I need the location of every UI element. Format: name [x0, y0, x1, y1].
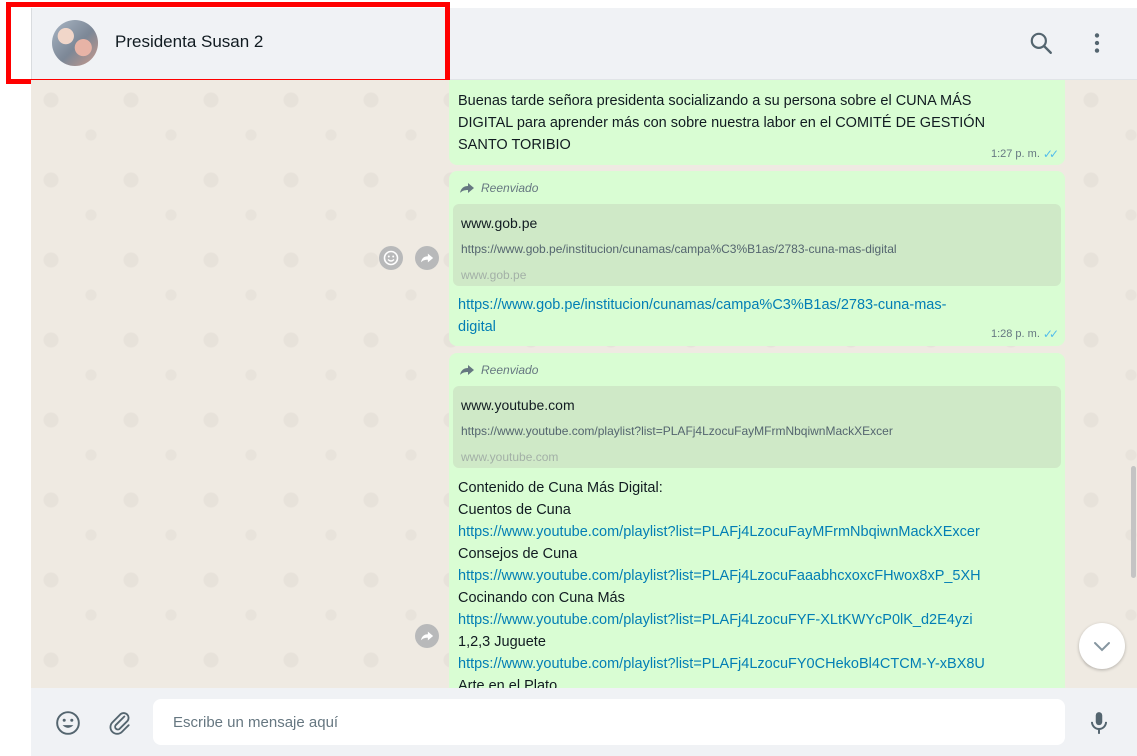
left-panel-edge — [0, 8, 31, 756]
read-ticks-icon: ✓✓ — [1042, 327, 1059, 341]
message-link[interactable]: https://www.youtube.com/playlist?list=PL… — [458, 609, 985, 631]
preview-host: www.youtube.com — [461, 450, 559, 464]
preview-url: https://www.youtube.com/playlist?list=PL… — [461, 424, 893, 438]
message-line: DIGITAL para aprender más con sobre nues… — [458, 115, 986, 131]
link-preview[interactable]: www.youtube.com https://www.youtube.com/… — [453, 386, 1061, 468]
message-time: 1:27 p. m. — [990, 148, 1040, 160]
message-time: 1:28 p. m. — [990, 328, 1040, 340]
forward-arrow-icon — [460, 365, 474, 375]
message-line: 1,2,3 Juguete — [458, 634, 546, 650]
scroll-down-button[interactable] — [1079, 623, 1125, 669]
chevron-down-icon — [1094, 642, 1110, 652]
message-meta: 1:27 p. m. ✓✓ — [990, 143, 1059, 165]
message-line: Contenido de Cuna Más Digital: — [458, 480, 663, 496]
message-link[interactable]: https://www.gob.pe/institucion/cunamas/c… — [458, 294, 946, 316]
scrollbar[interactable] — [1131, 466, 1136, 578]
composer-bar — [31, 688, 1137, 756]
forwarded-label: Reenviado — [459, 359, 538, 381]
chat-header[interactable]: Presidenta Susan 2 — [31, 8, 1137, 80]
preview-host: www.gob.pe — [461, 268, 527, 282]
emoji-icon — [383, 250, 399, 266]
emoji-icon[interactable] — [55, 710, 81, 736]
message-bubble[interactable]: Reenviado www.gob.pe https://www.gob.pe/… — [449, 171, 1065, 346]
forward-icon — [420, 631, 434, 641]
chat-panel[interactable]: Buenas tarde señora presidenta socializa… — [31, 80, 1137, 688]
message-link[interactable]: https://www.youtube.com/playlist?list=PL… — [458, 565, 985, 587]
read-ticks-icon: ✓✓ — [1042, 147, 1059, 161]
message-line: Cuentos de Cuna — [458, 502, 571, 518]
message-line: SANTO TORIBIO — [458, 137, 571, 153]
menu-icon[interactable] — [1084, 30, 1110, 56]
search-icon[interactable] — [1028, 30, 1054, 56]
avatar[interactable] — [52, 20, 98, 66]
message-line: Consejos de Cuna — [458, 546, 578, 562]
message-meta: 1:28 p. m. ✓✓ — [990, 323, 1059, 345]
mic-icon[interactable] — [1086, 710, 1112, 736]
link-preview[interactable]: www.gob.pe https://www.gob.pe/institucio… — [453, 204, 1061, 286]
message-bubble[interactable]: Reenviado www.youtube.com https://www.yo… — [449, 353, 1065, 688]
forward-button[interactable] — [415, 624, 439, 648]
message-link[interactable]: digital — [458, 316, 946, 338]
forward-icon — [420, 253, 434, 263]
forward-button[interactable] — [415, 246, 439, 270]
message-line: Cocinando con Cuna Más — [458, 590, 625, 606]
message-line: Arte en el Plato — [458, 678, 558, 688]
message-input[interactable] — [153, 699, 1065, 745]
preview-url: https://www.gob.pe/institucion/cunamas/c… — [461, 242, 897, 256]
message-line: Buenas tarde señora presidenta socializa… — [458, 93, 972, 109]
preview-site: www.youtube.com — [461, 397, 575, 413]
attach-icon[interactable] — [107, 710, 133, 736]
message-link[interactable]: https://www.youtube.com/playlist?list=PL… — [458, 653, 985, 675]
top-strip — [0, 0, 1137, 8]
react-emoji-button[interactable] — [379, 246, 403, 270]
forwarded-label: Reenviado — [459, 177, 538, 199]
message-link[interactable]: https://www.youtube.com/playlist?list=PL… — [458, 521, 985, 543]
message-bubble[interactable]: Buenas tarde señora presidenta socializa… — [449, 80, 1065, 165]
forward-arrow-icon — [460, 183, 474, 193]
preview-site: www.gob.pe — [461, 215, 538, 231]
contact-name[interactable]: Presidenta Susan 2 — [115, 32, 263, 52]
